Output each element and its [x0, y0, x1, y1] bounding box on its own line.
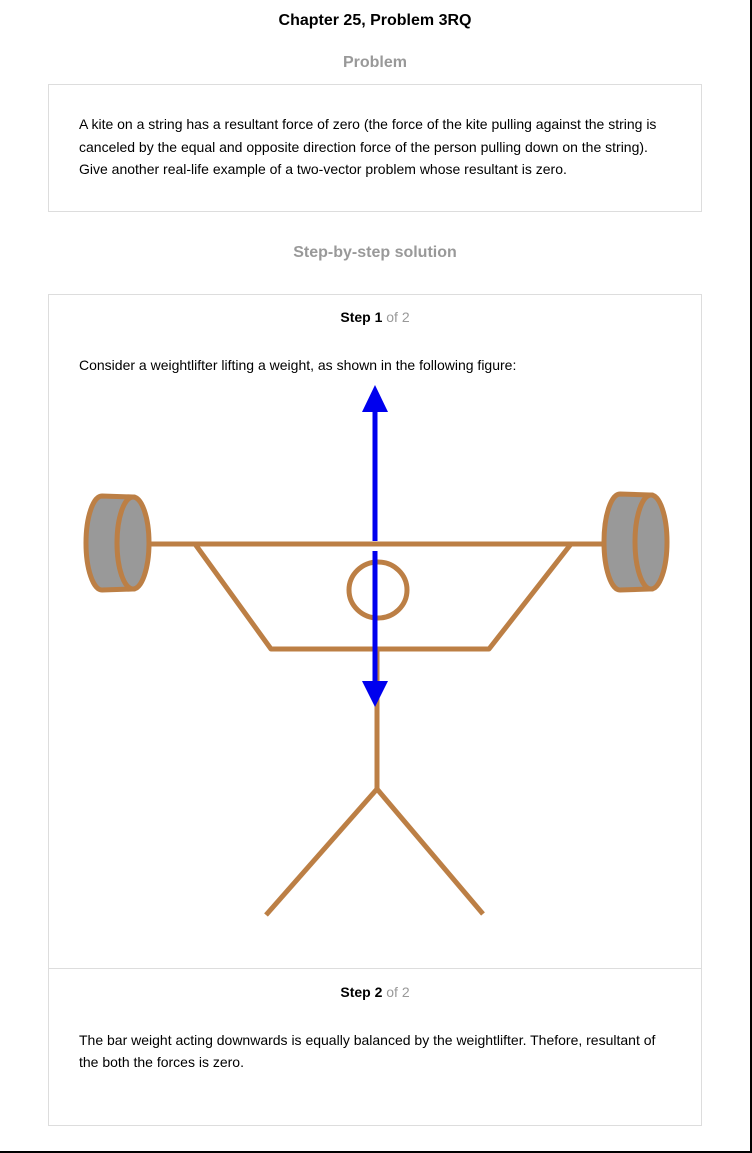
arms [192, 542, 573, 652]
solution-heading: Step-by-step solution [293, 244, 457, 261]
step-2-total: of 2 [386, 984, 410, 1000]
right-weight-plate [601, 491, 670, 593]
step-2-text: The bar weight acting downwards is equal… [79, 1032, 656, 1070]
step-1-text: Consider a weightlifter lifting a weight… [79, 357, 517, 373]
problem-text: A kite on a string has a resultant force… [79, 116, 657, 177]
problem-box: A kite on a string has a resultant force… [48, 84, 702, 212]
problem-heading: Problem [342, 54, 407, 71]
step-divider [49, 968, 701, 969]
left-leg [264, 787, 379, 917]
step-1-number: Step 1 [340, 309, 383, 325]
step-2-label: Step 2 of 2 [49, 984, 701, 1000]
weightlifter-figure [83, 385, 670, 917]
step-1-total: of 2 [386, 309, 410, 325]
step-1-label: Step 1 of 2 [49, 309, 701, 325]
solution-box: Step 1 of 2 Consider a weightlifter lift… [48, 294, 702, 1126]
left-weight-plate [83, 493, 152, 593]
downward-force-arrowhead [362, 681, 388, 707]
right-leg [375, 787, 485, 916]
upward-force-arrowhead [362, 385, 388, 412]
page-title: Chapter 25, Problem 3RQ [278, 12, 472, 29]
head [346, 559, 410, 621]
step-2-number: Step 2 [340, 984, 383, 1000]
